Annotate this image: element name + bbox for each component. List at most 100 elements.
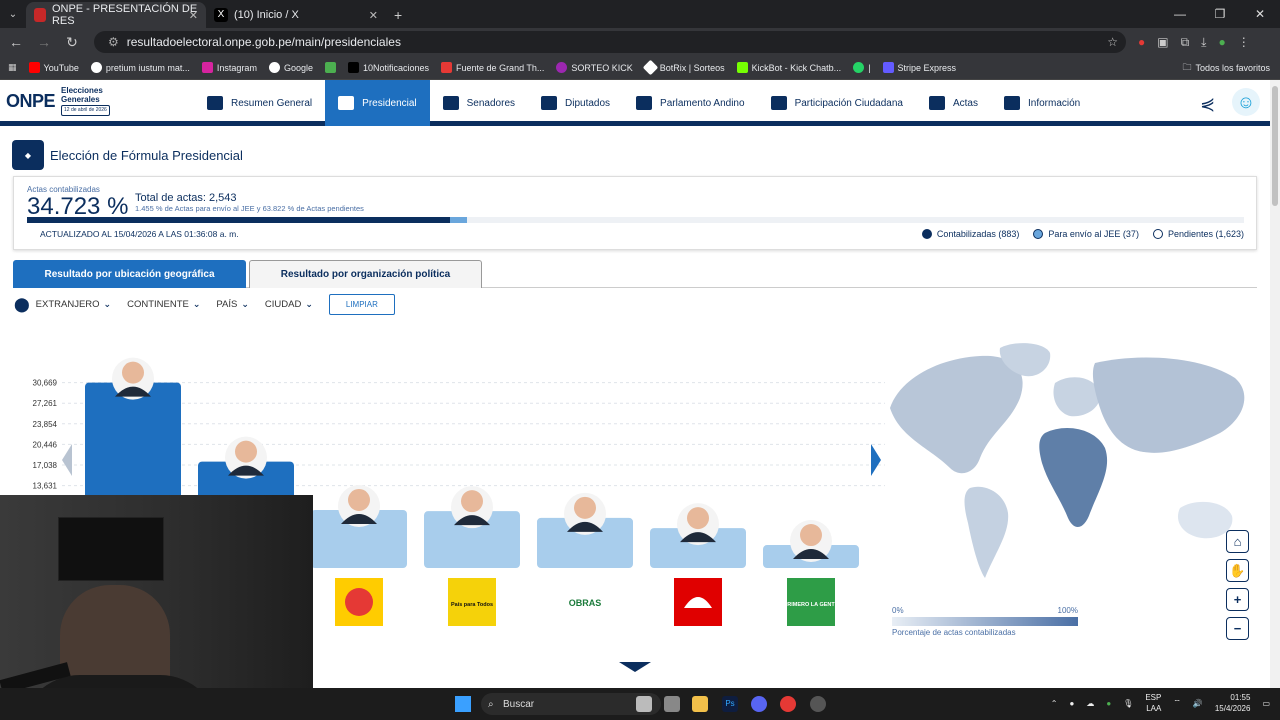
clock[interactable]: 01:55 15/4/2026 [1215,692,1251,714]
download-icon[interactable]: ⤓ [1201,35,1206,50]
task-view-icon[interactable] [636,696,652,712]
map-zoom-out-icon[interactable]: − [1226,617,1249,640]
reload-icon[interactable]: ↻ [60,34,84,51]
map-africa[interactable] [1039,428,1108,528]
all-bookmarks[interactable]: 🗀 Todos los favoritos [1182,60,1270,76]
map-asia[interactable] [1092,357,1245,453]
chrome-icon[interactable] [780,696,796,712]
menu-resumen-general[interactable]: Resumen General [194,80,325,126]
onpe-logo[interactable]: ONPE Elecciones Generales 12 de abril de… [6,86,110,116]
extension-icon[interactable]: ● [1138,35,1145,50]
bookmark-item[interactable]: BotRix | Sorteos [642,59,725,76]
bookmark-item[interactable]: 10Notificaciones [347,62,429,73]
logo-subtitle-line1: Elecciones [61,86,103,95]
close-window-icon[interactable]: ✕ [1240,0,1280,28]
tray-icon[interactable]: ☁ [1086,699,1094,708]
app-icon[interactable] [664,696,680,712]
updated-timestamp: ACTUALIZADO AL 15/04/2026 A LAS 01:36:08… [40,229,239,239]
map-zoom-in-icon[interactable]: + [1226,588,1249,611]
webcam-overlay [0,495,313,720]
site-info-icon[interactable]: ⚙ [108,35,119,49]
menu-presidencial[interactable]: Presidencial [325,80,430,126]
map-controls: ⌂ ✋ + − [1226,530,1249,640]
filter-continente[interactable]: CONTINENTE ⌄ [127,299,200,310]
share-icon[interactable]: ⋞ [1200,94,1215,115]
bookmark-item[interactable]: KickBot - Kick Chatb... [736,62,841,73]
chevron-up-icon[interactable]: ⌃ [1051,699,1058,708]
avatar[interactable]: ● [1218,35,1225,50]
bookmark-star-icon[interactable]: ☆ [1107,35,1118,49]
main-menu: Resumen General Presidencial Senadores D… [194,80,1093,126]
bookmark-item[interactable]: Instagram [201,62,257,73]
map-australia[interactable] [1177,501,1233,539]
filter-pais[interactable]: PAÍS ⌄ [216,299,249,310]
clear-filters-button[interactable]: LIMPIAR [328,294,395,315]
menu-senadores[interactable]: Senadores [430,80,528,126]
bookmark-item[interactable]: YouTube [28,62,79,73]
tab-organizacion-politica[interactable]: Resultado por organización política [249,260,482,288]
scrollbar-thumb[interactable] [1272,86,1278,206]
tray-icon[interactable]: ● [1106,699,1111,708]
page-scrollbar[interactable] [1270,80,1280,688]
progress-bar [27,217,1244,223]
language-indicator[interactable]: ESP LAA [1145,692,1161,714]
x-logo-icon: X [214,8,228,22]
bookmark-item[interactable]: | [853,62,871,73]
wifi-icon[interactable]: ⌔ [1173,698,1181,708]
map-europe[interactable] [1053,377,1101,417]
map-scale-max: 100% [1057,606,1078,615]
menu-informacion[interactable]: Información [991,80,1093,126]
accessibility-icon[interactable]: ☺ [1232,88,1260,116]
minimize-icon[interactable]: — [1160,0,1200,28]
close-icon[interactable]: ✕ [189,9,198,22]
menu-parlamento-andino[interactable]: Parlamento Andino [623,80,758,126]
bookmark-item[interactable]: SORTEO KICK [556,62,633,73]
bookmark-item[interactable]: Stripe Express [882,62,956,73]
notification-icon[interactable]: ▭ [1262,699,1270,708]
windows-start-icon[interactable] [455,696,471,712]
tab-search-icon[interactable]: ⌄ [0,2,26,28]
filter-extranjero[interactable]: EXTRANJERO ⌄ [36,299,111,310]
close-icon[interactable]: ✕ [369,9,378,22]
extension-icon[interactable]: ▣ [1157,35,1168,50]
back-icon[interactable]: ← [4,34,28,50]
tab-x[interactable]: X (10) Inicio / X ✕ [206,2,386,28]
bookmark-item[interactable]: Fuente de Grand Th... [441,62,544,73]
menu-actas[interactable]: Actas [916,80,991,126]
tray-icon[interactable]: ● [1069,699,1074,708]
menu-diputados[interactable]: Diputados [528,80,623,126]
taskbar-search[interactable]: ⌕ Buscar [481,693,661,715]
bookmark-item[interactable]: Google [268,62,313,73]
map-home-icon[interactable]: ⌂ [1226,530,1249,553]
legend-dot [1033,229,1044,239]
chart-expand-arrow[interactable] [619,662,651,672]
restore-icon[interactable]: ❐ [1200,0,1240,28]
puzzle-icon[interactable]: ⧉ [1181,35,1190,50]
photoshop-icon[interactable]: Ps [722,696,738,712]
file-explorer-icon[interactable] [692,696,708,712]
apps-grid-icon[interactable]: ▦ [8,62,17,73]
search-icon: ⌕ [488,698,494,710]
tab-ubicacion-geografica[interactable]: Resultado por ubicación geográfica [13,260,246,288]
app-icon[interactable] [810,696,826,712]
map-north-america[interactable] [890,355,1023,474]
bookmark-item[interactable] [324,62,336,73]
new-tab-button[interactable]: + [394,2,402,28]
forward-icon[interactable]: → [32,34,56,50]
world-map[interactable] [880,338,1260,588]
volume-icon[interactable]: 🔊 [1193,699,1203,708]
filter-ciudad[interactable]: CIUDAD ⌄ [265,299,313,310]
progress-legend: Contabilizadas (883) Para envío al JEE (… [921,229,1244,239]
map-pan-icon[interactable]: ✋ [1226,559,1249,582]
microphone-icon[interactable]: 🎙 [1123,699,1133,708]
whatsapp-icon [853,62,865,73]
discord-icon[interactable] [751,696,767,712]
candidate-face [574,496,596,519]
map-south-america[interactable] [964,486,1009,578]
url-field[interactable]: ⚙ resultadoelectoral.onpe.gob.pe/main/pr… [94,31,1126,53]
menu-participacion-ciudadana[interactable]: Participación Ciudadana [758,80,916,126]
chart-prev-arrow[interactable] [62,444,72,476]
tab-onpe[interactable]: ONPE - PRESENTACIÓN DE RES ✕ [26,2,206,28]
menu-dots-icon[interactable]: ⋮ [1238,35,1250,50]
bookmark-item[interactable]: pretium iustum mat... [90,62,190,73]
